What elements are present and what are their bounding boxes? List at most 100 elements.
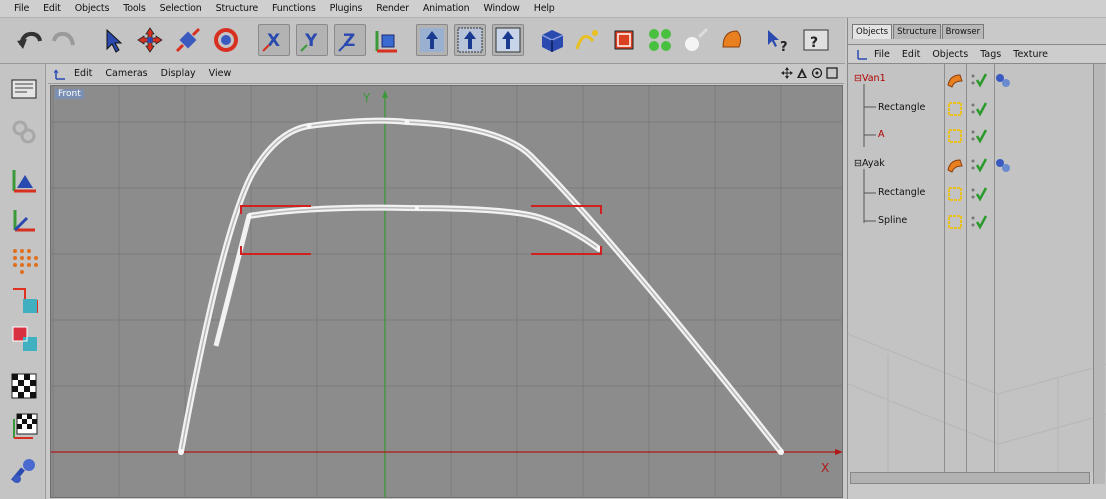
tab-browser[interactable]: Browser: [941, 24, 985, 39]
edges-mode-button[interactable]: [8, 284, 40, 316]
main-toolbar: X Y Z ? ?: [0, 18, 845, 64]
tweak-mode-button[interactable]: [8, 454, 40, 486]
nurbs-button[interactable]: [608, 24, 640, 56]
panel-tabs: Objects Structure Browser: [852, 24, 985, 39]
viewport-menu-view[interactable]: View: [209, 68, 232, 79]
help-cursor-button[interactable]: ?: [762, 24, 794, 56]
render-view-button[interactable]: [416, 24, 448, 56]
help-cursor-icon: ?: [768, 30, 788, 55]
deformer-button[interactable]: [716, 24, 748, 56]
viewport-menubar: Edit Cameras Display View: [48, 64, 844, 84]
svg-text:?: ?: [780, 40, 788, 55]
extrude-nurbs-icon: [947, 74, 963, 88]
menu-render[interactable]: Render: [376, 3, 409, 14]
spline-points[interactable]: [178, 119, 784, 456]
object-manager-panel: Objects Structure Browser File Edit Obje…: [847, 18, 1106, 499]
object-list-horizontal-scrollbar[interactable]: [850, 472, 1090, 484]
phong-tag-icon[interactable]: [994, 71, 1012, 89]
cube-primitive-button[interactable]: [536, 24, 568, 56]
spline-pen-button[interactable]: [572, 24, 604, 56]
column-divider-render[interactable]: [994, 64, 995, 474]
pan-icon[interactable]: [781, 67, 793, 79]
use-axis-tool-button[interactable]: [8, 204, 40, 236]
visibility-check-icon[interactable]: [970, 213, 988, 231]
spline-object-icon: [948, 129, 962, 143]
coordinate-system-button[interactable]: [370, 24, 402, 56]
menu-structure[interactable]: Structure: [216, 3, 259, 14]
z-axis-lock-button[interactable]: Z: [334, 24, 366, 56]
axis-icon: [13, 210, 35, 232]
object-list[interactable]: ⊟Van1 Rectangle A ⊟Ayak Rectangle Spline: [848, 64, 1106, 472]
light-icon: [685, 27, 709, 51]
menu-edit[interactable]: Edit: [43, 3, 61, 14]
spline-van1[interactable]: [213, 204, 601, 347]
phong-tag-icon[interactable]: [994, 156, 1012, 174]
om-menu-tags[interactable]: Tags: [980, 49, 1001, 60]
viewport-menu-edit[interactable]: Edit: [74, 68, 92, 79]
om-menu-texture[interactable]: Texture: [1013, 49, 1048, 60]
render-settings-button[interactable]: ?: [800, 24, 832, 56]
menu-selection[interactable]: Selection: [160, 3, 202, 14]
front-viewport[interactable]: Y X Front: [50, 85, 843, 498]
menu-tools[interactable]: Tools: [123, 3, 146, 14]
rotate-button[interactable]: [210, 24, 242, 56]
main-menubar: File Edit Objects Tools Selection Struct…: [0, 0, 1106, 18]
zoom-icon[interactable]: [796, 67, 808, 79]
column-divider-name[interactable]: [944, 64, 945, 474]
maximize-view-icon[interactable]: [826, 67, 838, 79]
light-button[interactable]: [680, 24, 712, 56]
live-select-button[interactable]: [98, 24, 130, 56]
use-object-mode-button[interactable]: [8, 116, 40, 148]
spline-object-icon: [948, 102, 962, 116]
array-button[interactable]: [644, 24, 676, 56]
menu-functions[interactable]: Functions: [272, 3, 316, 14]
visibility-check-icon[interactable]: [970, 71, 988, 89]
polygons-mode-button[interactable]: [8, 322, 40, 354]
object-list-vertical-scrollbar[interactable]: [1093, 64, 1105, 484]
redo-button[interactable]: [48, 24, 80, 56]
use-point-tool-button[interactable]: [8, 164, 40, 196]
hierarchy-lines: [863, 84, 876, 223]
undo-icon: [17, 31, 42, 49]
tab-objects[interactable]: Objects: [852, 24, 893, 39]
menu-plugins[interactable]: Plugins: [330, 3, 363, 14]
texture-axis-mode-button[interactable]: [8, 410, 40, 442]
y-axis-lock-icon: Y: [300, 31, 318, 52]
scale-button[interactable]: [172, 24, 204, 56]
column-divider-editor[interactable]: [966, 64, 967, 474]
menu-file[interactable]: File: [14, 3, 29, 14]
om-menu-edit[interactable]: Edit: [902, 49, 920, 60]
visibility-check-icon[interactable]: [970, 100, 988, 118]
y-axis-lock-button[interactable]: Y: [296, 24, 328, 56]
live-select-icon: [106, 28, 123, 53]
render-region-button[interactable]: [454, 24, 486, 56]
visibility-check-icon[interactable]: [970, 127, 988, 145]
spline-ayak[interactable]: [178, 117, 784, 454]
viewport-menu-cameras[interactable]: Cameras: [105, 68, 147, 79]
render-view-icon: [420, 28, 444, 52]
menu-objects[interactable]: Objects: [75, 3, 110, 14]
render-picture-viewer-button[interactable]: [492, 24, 524, 56]
x-axis-label: X: [821, 461, 829, 475]
tab-structure[interactable]: Structure: [893, 24, 941, 39]
menu-help[interactable]: Help: [534, 3, 555, 14]
array-icon: [649, 29, 671, 51]
x-axis-lock-button[interactable]: X: [258, 24, 290, 56]
points-mode-button[interactable]: [8, 244, 40, 276]
visibility-check-icon[interactable]: [970, 156, 988, 174]
polygons-icon: [12, 326, 37, 351]
left-toolbar: [0, 64, 46, 499]
menu-animation[interactable]: Animation: [423, 3, 470, 14]
cube-primitive-icon: [541, 30, 564, 52]
om-menu-file[interactable]: File: [874, 49, 890, 60]
use-model-mode-button[interactable]: [8, 74, 40, 106]
viewport-menu-display[interactable]: Display: [161, 68, 196, 79]
texture-mode-button[interactable]: [8, 370, 40, 402]
menu-window[interactable]: Window: [483, 3, 519, 14]
om-menu-objects[interactable]: Objects: [932, 49, 968, 60]
rotate-view-icon[interactable]: [811, 67, 823, 79]
undo-button[interactable]: [14, 24, 46, 56]
viewport-canvas[interactable]: Y X: [51, 86, 843, 498]
visibility-check-icon[interactable]: [970, 185, 988, 203]
move-button[interactable]: [134, 24, 166, 56]
